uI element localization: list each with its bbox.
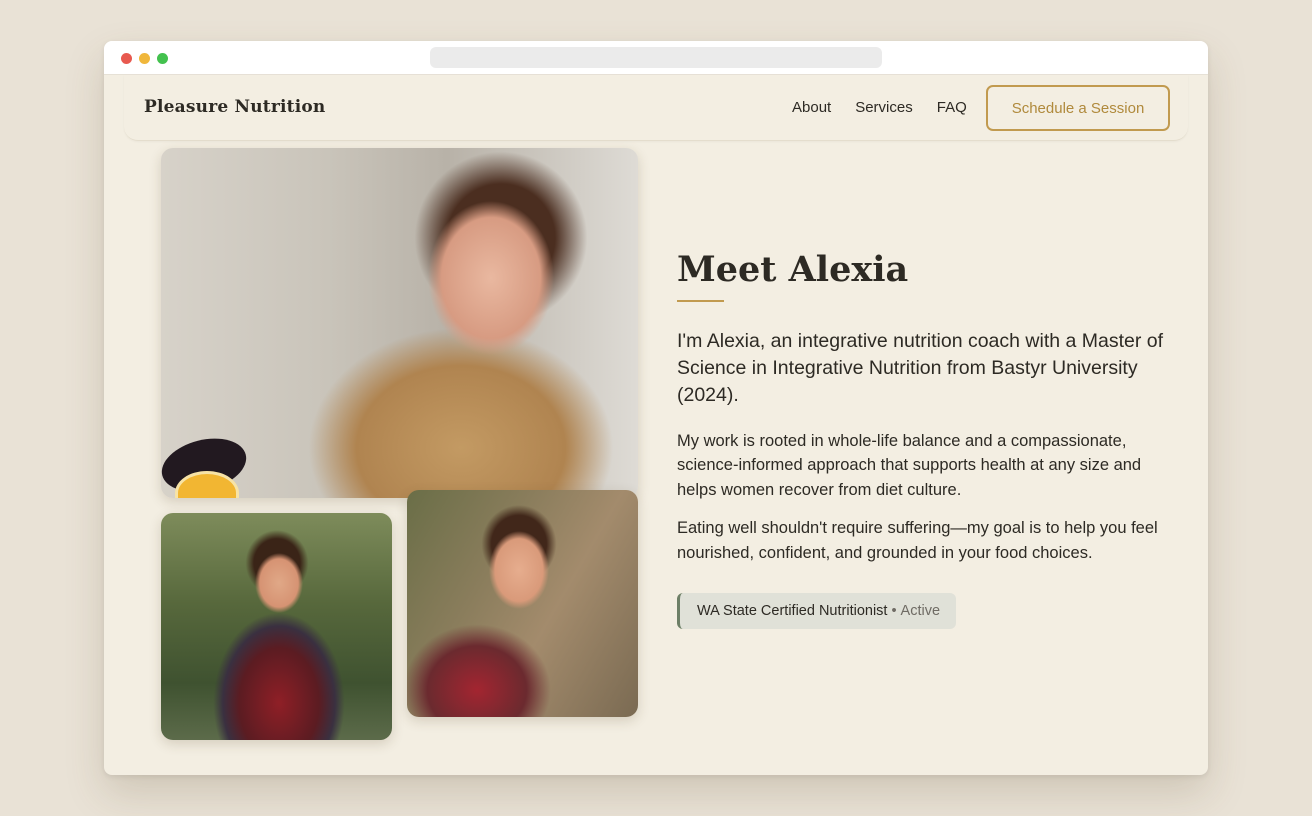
lead-paragraph: I'm Alexia, an integrative nutrition coa…	[677, 329, 1164, 406]
alexia-outdoor-photo	[161, 513, 392, 740]
about-section: Meet Alexia I'm Alexia, an integrative n…	[677, 249, 1167, 565]
certification-status: Active	[900, 603, 941, 619]
alexia-portrait-photo	[161, 148, 638, 498]
nav-link-faq[interactable]: FAQ	[937, 99, 967, 116]
maximize-window-button[interactable]	[157, 53, 168, 64]
body-paragraph: Eating well shouldn't require suffering—…	[677, 519, 1158, 562]
brand-logo[interactable]: Pleasure Nutrition	[144, 97, 325, 117]
browser-window: Pleasure Nutrition About Services FAQ Sc…	[104, 41, 1208, 775]
close-window-button[interactable]	[121, 53, 132, 64]
alexia-smiling-photo	[407, 490, 638, 717]
nav-links: About Services FAQ	[792, 99, 967, 116]
address-bar[interactable]	[430, 47, 882, 68]
badge-separator: •	[891, 603, 897, 619]
certification-label: WA State Certified Nutritionist	[697, 603, 888, 619]
page-title: Meet Alexia	[677, 249, 909, 290]
schedule-session-button[interactable]: Schedule a Session	[986, 85, 1170, 131]
site-navbar: Pleasure Nutrition About Services FAQ Sc…	[124, 75, 1188, 141]
nav-link-about[interactable]: About	[792, 99, 831, 116]
certification-badge: WA State Certified Nutritionist • Active	[677, 593, 957, 629]
nav-link-services[interactable]: Services	[855, 99, 913, 116]
body-paragraph: My work is rooted in whole-life balance …	[677, 431, 1142, 499]
title-underline	[677, 299, 724, 302]
minimize-window-button[interactable]	[139, 53, 150, 64]
browser-titlebar	[104, 41, 1208, 75]
